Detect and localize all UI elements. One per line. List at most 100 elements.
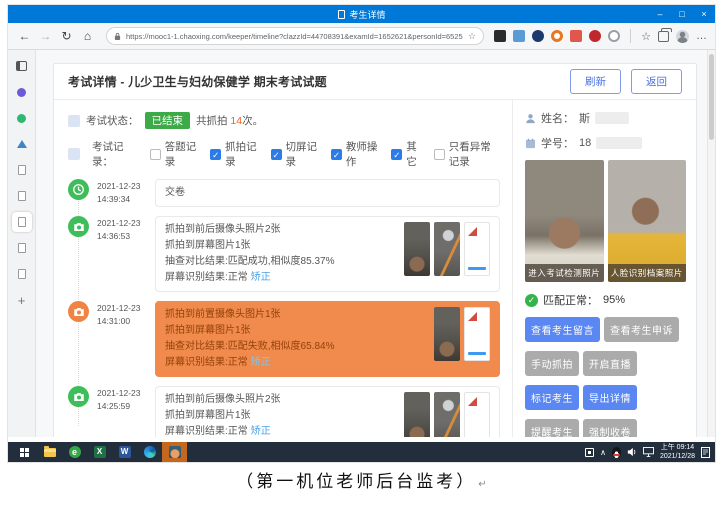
action-button[interactable]: 查看考生留言 [525, 317, 600, 342]
tray-time-text: 上午 09:14 [661, 444, 694, 451]
tray-chevron-icon[interactable]: ∧ [600, 448, 606, 457]
tab-item-3[interactable] [12, 238, 32, 258]
action-button[interactable]: 提醒考生 [525, 419, 579, 437]
action-button[interactable]: 开启直播 [583, 351, 637, 376]
extension-icon-7[interactable] [608, 30, 620, 42]
checkbox-icon[interactable] [150, 149, 161, 160]
capture-count-text: 共抓拍 14次。 [196, 113, 263, 128]
ime-icon[interactable] [585, 448, 594, 457]
qq-icon[interactable] [612, 447, 621, 458]
tab-favicon-purple[interactable] [12, 82, 32, 102]
file-explorer-icon[interactable] [37, 442, 62, 462]
extension-icon-5[interactable] [570, 30, 582, 42]
front-camera-photo-thumbnail[interactable] [404, 222, 430, 276]
back-button[interactable]: 返回 [631, 69, 682, 94]
name-redaction [595, 112, 629, 124]
record-filter[interactable]: ✓ 教师操作 [331, 139, 379, 169]
start-button[interactable] [12, 442, 37, 462]
screen-capture-thumbnail[interactable] [464, 392, 490, 437]
action-button[interactable]: 标记考生 [525, 385, 579, 410]
tab-favicon-blue[interactable] [12, 134, 32, 154]
checkbox-icon[interactable]: ✓ [391, 149, 402, 160]
back-icon[interactable]: ← [16, 29, 33, 43]
record-filter[interactable]: 答题记录 [150, 139, 198, 169]
exam-status-row: 考试状态： 已结束 共抓拍 14次。 [68, 112, 500, 129]
record-filter[interactable]: ✓ 其它 [391, 139, 422, 169]
tab-favicon-green[interactable] [12, 108, 32, 128]
new-tab-button[interactable]: + [12, 290, 32, 310]
exam-status-icon [68, 115, 80, 127]
edge-icon[interactable] [137, 442, 162, 462]
entry-check-photo[interactable]: 进入考试检测照片 [525, 160, 604, 282]
extension-icon-2[interactable] [513, 30, 525, 42]
favorites-icon[interactable]: ☆ [641, 30, 651, 43]
excel-icon[interactable]: X [87, 442, 112, 462]
name-label: 姓名： [541, 110, 574, 126]
entry-date: 2021-12-23 [97, 218, 140, 228]
exam-app-icon-active[interactable] [162, 442, 187, 462]
browser-e-icon[interactable]: e [62, 442, 87, 462]
vertical-scrollbar[interactable] [707, 50, 715, 437]
tray-date-text: 2021/12/28 [660, 453, 695, 460]
forward-icon[interactable]: → [37, 29, 54, 43]
extension-icon-1[interactable] [494, 30, 506, 42]
home-icon[interactable]: ⌂ [79, 29, 96, 43]
front-camera-photo-thumbnail[interactable] [404, 392, 430, 437]
timeline-entry[interactable]: 2021-12-23 14:31:00 抓拍到前置摄像头图片1张抓拍到屏幕图片1… [68, 301, 500, 377]
refresh-button[interactable]: 刷新 [570, 69, 621, 94]
network-display-icon[interactable] [643, 447, 654, 457]
person-icon [525, 113, 536, 124]
tab-item-1[interactable] [12, 160, 32, 180]
action-button[interactable]: 导出详情 [583, 385, 637, 410]
action-center-icon[interactable] [701, 447, 710, 458]
extension-icon-3[interactable] [532, 30, 544, 42]
tab-item-active[interactable] [12, 212, 32, 232]
word-icon[interactable]: W [112, 442, 137, 462]
entry-detail-box: 交卷 [155, 179, 500, 207]
face-archive-photo[interactable]: 人脸识别档案照片 [608, 160, 687, 282]
correct-link[interactable]: 矫正 [251, 357, 271, 368]
screen-capture-thumbnail[interactable] [464, 307, 490, 361]
action-button[interactable]: 查看考生申诉 [604, 317, 679, 342]
address-bar[interactable]: https://mooc1-1.chaoxing.com/keeper/time… [106, 27, 484, 45]
clock[interactable]: 上午 09:14 2021/12/28 [660, 443, 695, 461]
record-filter[interactable]: 只看异常记录 [434, 139, 500, 169]
timeline-entry[interactable]: 2021-12-23 14:39:34 交卷 [68, 179, 500, 207]
action-button[interactable]: 手动抓拍 [525, 351, 579, 376]
rear-camera-photo-thumbnail[interactable] [434, 392, 460, 437]
collections-icon[interactable] [658, 31, 669, 42]
front-camera-photo-thumbnail[interactable] [434, 307, 460, 361]
extension-icon-6[interactable] [589, 30, 601, 42]
scrollbar-thumb[interactable] [709, 54, 714, 140]
minimize-button[interactable]: – [649, 5, 671, 23]
tab-panel-icon[interactable] [12, 56, 32, 76]
close-button[interactable]: × [693, 5, 715, 23]
profile-avatar[interactable] [676, 30, 689, 43]
checkbox-icon[interactable]: ✓ [271, 149, 282, 160]
refresh-icon[interactable]: ↻ [58, 29, 75, 43]
rear-camera-photo-thumbnail[interactable] [434, 222, 460, 276]
tab-title-text: 考生详情 [349, 8, 385, 21]
exam-records-row: 考试记录： 答题记录 ✓ 抓拍记录 ✓ 切屏记录 ✓ 教师操作 ✓ 其它 只看异… [68, 139, 500, 169]
extension-icon-4[interactable] [551, 30, 563, 42]
timeline-entry[interactable]: 2021-12-23 14:36:53 抓拍到前后摄像头照片2张抓拍到屏幕图片1… [68, 216, 500, 292]
maximize-button[interactable]: □ [671, 5, 693, 23]
timeline: 2021-12-23 14:39:34 交卷 2021-12-23 14:36:… [68, 179, 500, 437]
favorite-star-icon[interactable]: ☆ [468, 31, 476, 42]
correct-link[interactable]: 矫正 [251, 272, 271, 283]
screen-capture-thumbnail[interactable] [464, 222, 490, 276]
record-filter[interactable]: ✓ 抓拍记录 [210, 139, 258, 169]
record-line: 屏幕识别结果:正常矫正 [165, 355, 334, 371]
action-button[interactable]: 强制收卷 [583, 419, 637, 437]
record-filter[interactable]: ✓ 切屏记录 [271, 139, 319, 169]
filter-label: 其它 [406, 139, 422, 169]
timeline-entry[interactable]: 2021-12-23 14:25:59 抓拍到前后摄像头照片2张抓拍到屏幕图片1… [68, 386, 500, 437]
tab-item-4[interactable] [12, 264, 32, 284]
settings-more-icon[interactable]: … [696, 30, 707, 42]
correct-link[interactable]: 矫正 [251, 426, 271, 437]
checkbox-icon[interactable]: ✓ [331, 149, 342, 160]
tab-item-2[interactable] [12, 186, 32, 206]
checkbox-icon[interactable]: ✓ [210, 149, 221, 160]
checkbox-icon[interactable] [434, 149, 445, 160]
volume-icon[interactable] [627, 447, 637, 457]
